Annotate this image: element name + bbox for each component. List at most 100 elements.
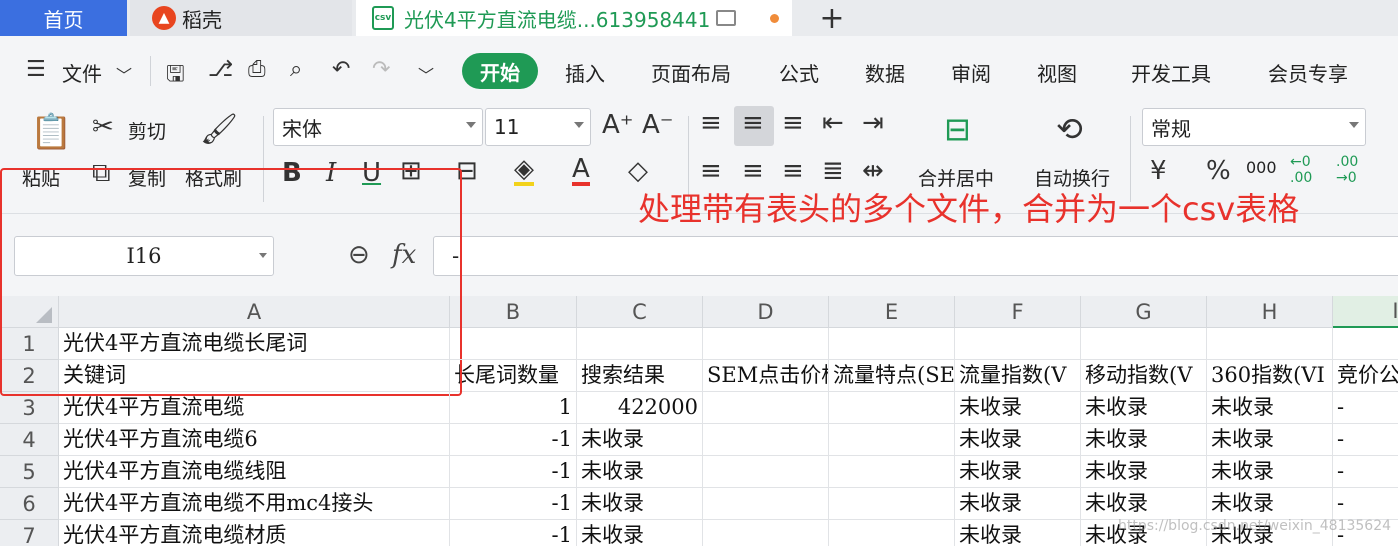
cell-i3[interactable]: -	[1333, 392, 1398, 424]
add-tab-button[interactable]: +	[812, 0, 852, 36]
column-header-b[interactable]: B	[450, 296, 577, 328]
indent-decrease-icon[interactable]: ⇤	[822, 108, 844, 138]
cell-h4[interactable]: 未收录	[1207, 424, 1333, 456]
cell-d7[interactable]	[703, 520, 829, 546]
cell-b7[interactable]: -1	[450, 520, 577, 546]
paste-icon[interactable]: 📋	[30, 112, 72, 152]
tab-active-file[interactable]: csv 光伏4平方直流电缆...613958441	[356, 0, 792, 36]
tab-member[interactable]: 会员专享	[1268, 58, 1348, 87]
cell-d3[interactable]	[703, 392, 829, 424]
cell-f6[interactable]: 未收录	[955, 488, 1081, 520]
cell-d1[interactable]	[703, 328, 829, 360]
column-header-f[interactable]: F	[955, 296, 1081, 328]
indent-increase-icon[interactable]: ⇥	[862, 108, 884, 138]
decimal-decrease-button[interactable]: .00 →0	[1336, 154, 1370, 186]
cell-i6[interactable]: -	[1333, 488, 1398, 520]
cell-i4[interactable]: -	[1333, 424, 1398, 456]
cell-a6[interactable]: 光伏4平方直流电缆不用mc4接头	[59, 488, 450, 520]
tab-insert[interactable]: 插入	[565, 58, 605, 87]
merge-center-icon[interactable]: ⊟	[944, 110, 971, 148]
cell-h1[interactable]	[1207, 328, 1333, 360]
hamburger-menu-icon[interactable]: ☰	[26, 57, 46, 82]
increase-font-icon[interactable]: A⁺	[602, 110, 634, 140]
decrease-font-icon[interactable]: A⁻	[642, 110, 674, 140]
cell-d5[interactable]	[703, 456, 829, 488]
cell-c1[interactable]	[577, 328, 703, 360]
cell-i1[interactable]	[1333, 328, 1398, 360]
cell-b2[interactable]: 长尾词数量	[450, 360, 577, 392]
cell-b5[interactable]: -1	[450, 456, 577, 488]
distribute-icon[interactable]: ⇹	[862, 156, 884, 186]
cell-e2[interactable]: 流量特点(SEO)	[829, 360, 955, 392]
cell-e1[interactable]	[829, 328, 955, 360]
cut-button[interactable]: 剪切	[128, 117, 166, 144]
row-header[interactable]: 6	[0, 488, 59, 520]
cell-c2[interactable]: 搜索结果	[577, 360, 703, 392]
cell-d4[interactable]	[703, 424, 829, 456]
redo-icon[interactable]: ↷	[372, 57, 390, 82]
tab-data[interactable]: 数据	[865, 58, 905, 87]
tab-view[interactable]: 视图	[1037, 58, 1077, 87]
cell-e3[interactable]	[829, 392, 955, 424]
cell-c4[interactable]: 未收录	[577, 424, 703, 456]
align-right-icon[interactable]: ≡	[782, 156, 804, 186]
menu-file[interactable]: 文件	[62, 58, 102, 87]
cell-g4[interactable]: 未收录	[1081, 424, 1207, 456]
tab-home[interactable]: 首页	[0, 0, 127, 36]
cell-b1[interactable]	[450, 328, 577, 360]
column-header-i[interactable]: I	[1333, 296, 1398, 328]
cell-f7[interactable]: 未收录	[955, 520, 1081, 546]
fill-color-icon[interactable]: ◈	[514, 156, 534, 186]
cell-e5[interactable]	[829, 456, 955, 488]
cell-h3[interactable]: 未收录	[1207, 392, 1333, 424]
row-header[interactable]: 7	[0, 520, 59, 546]
cell-f3[interactable]: 未收录	[955, 392, 1081, 424]
font-name-select[interactable]: 宋体	[273, 108, 483, 146]
cell-i5[interactable]: -	[1333, 456, 1398, 488]
save-icon[interactable]: 🖫	[166, 57, 185, 95]
cell-e4[interactable]	[829, 424, 955, 456]
cell-g6[interactable]: 未收录	[1081, 488, 1207, 520]
formula-input[interactable]: -	[433, 236, 1398, 276]
auto-wrap-icon[interactable]: ⟲	[1056, 110, 1083, 148]
align-left-icon[interactable]: ≡	[700, 156, 722, 186]
number-format-select[interactable]: 常规	[1142, 108, 1366, 146]
tab-start[interactable]: 开始	[462, 53, 538, 89]
cell-h6[interactable]: 未收录	[1207, 488, 1333, 520]
row-header[interactable]: 4	[0, 424, 59, 456]
cell-g1[interactable]	[1081, 328, 1207, 360]
percent-button[interactable]: %	[1206, 156, 1231, 186]
font-size-select[interactable]: 11	[485, 108, 591, 146]
align-center-icon[interactable]: ≡	[742, 156, 764, 186]
decimal-increase-button[interactable]: ←0 .00	[1290, 154, 1324, 186]
cell-a1[interactable]: 光伏4平方直流电缆长尾词	[59, 328, 450, 360]
cell-c3[interactable]: 422000	[577, 392, 703, 424]
cell-g2[interactable]: 移动指数(V	[1081, 360, 1207, 392]
undo-icon[interactable]: ↶	[332, 57, 350, 82]
cell-e6[interactable]	[829, 488, 955, 520]
share-icon[interactable]: ⎇	[208, 57, 233, 82]
cell-b3[interactable]: 1	[450, 392, 577, 424]
tab-developer[interactable]: 开发工具	[1131, 58, 1211, 87]
cell-d2[interactable]: SEM点击价格	[703, 360, 829, 392]
justify-icon[interactable]: ≣	[822, 156, 844, 186]
currency-button[interactable]: ¥	[1150, 156, 1167, 186]
chevron-down-icon[interactable]: ﹀	[116, 62, 132, 86]
cell-d6[interactable]	[703, 488, 829, 520]
cell-c6[interactable]: 未收录	[577, 488, 703, 520]
cell-a5[interactable]: 光伏4平方直流电缆线阻	[59, 456, 450, 488]
cell-i2[interactable]: 竞价公	[1333, 360, 1398, 392]
print-icon[interactable]: ⎙	[248, 57, 266, 82]
column-header-c[interactable]: C	[577, 296, 703, 328]
cell-h5[interactable]: 未收录	[1207, 456, 1333, 488]
align-middle-icon[interactable]: ≡	[742, 108, 764, 138]
cell-f5[interactable]: 未收录	[955, 456, 1081, 488]
cell-h2[interactable]: 360指数(VI	[1207, 360, 1333, 392]
scissors-icon[interactable]: ✂	[92, 112, 114, 142]
cell-b6[interactable]: -1	[450, 488, 577, 520]
cell-c7[interactable]: 未收录	[577, 520, 703, 546]
print-preview-icon[interactable]: ⌕	[290, 57, 302, 82]
column-header-e[interactable]: E	[829, 296, 955, 328]
cell-c5[interactable]: 未收录	[577, 456, 703, 488]
cell-a4[interactable]: 光伏4平方直流电缆6	[59, 424, 450, 456]
